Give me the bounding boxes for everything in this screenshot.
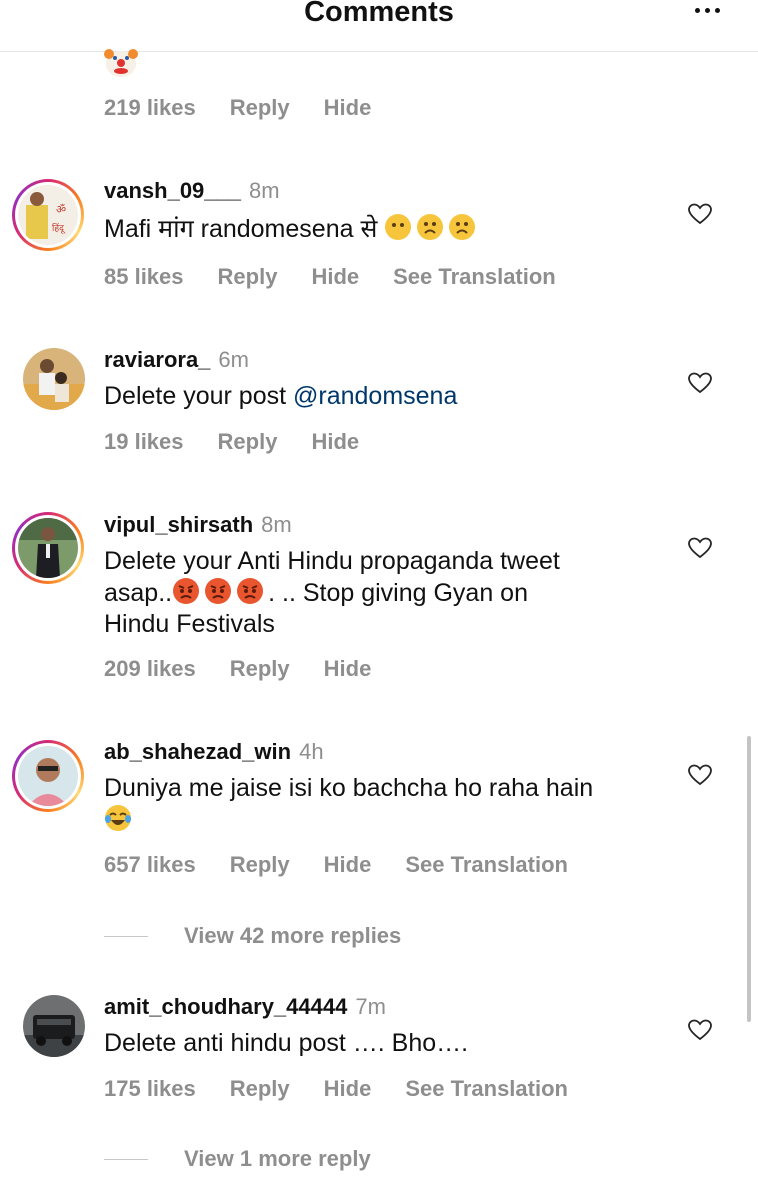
likes-count[interactable]: 19 likes [104, 429, 184, 455]
comment-username[interactable]: vipul_shirsath 8m [104, 512, 292, 538]
comment-time: 8m [261, 512, 292, 537]
frowning-face-icon [449, 214, 476, 240]
top-comment-actions: 219 likes Reply Hide [104, 95, 405, 121]
hide-button[interactable]: Hide [324, 852, 372, 878]
view-replies-button[interactable]: View 1 more reply [104, 1146, 371, 1172]
reply-button[interactable]: Reply [230, 1076, 290, 1102]
comment-text: Delete your Anti Hindu propaganda tweet … [104, 547, 560, 638]
avatar[interactable] [12, 740, 84, 812]
neutral-face-icon [385, 214, 412, 240]
reply-button[interactable]: Reply [230, 656, 290, 682]
likes-count[interactable]: 657 likes [104, 852, 196, 878]
like-heart-icon[interactable] [688, 537, 712, 559]
see-translation-button[interactable]: See Translation [405, 1076, 568, 1102]
avatar[interactable] [23, 995, 85, 1057]
page-title: Comments [304, 0, 454, 28]
comment-time: 8m [249, 178, 280, 203]
comment-username[interactable]: vansh_09___ 8m [104, 178, 280, 204]
replies-divider [104, 1158, 148, 1160]
hide-button[interactable]: Hide [311, 264, 359, 290]
comments-header: Comments [0, 0, 758, 52]
more-horizontal-icon[interactable] [695, 8, 720, 13]
hide-button[interactable]: Hide [324, 1076, 372, 1102]
replies-divider [104, 935, 148, 937]
comment-text: Delete your post @randomsena [104, 382, 458, 410]
tears-of-joy-icon [105, 805, 131, 831]
likes-count[interactable]: 209 likes [104, 656, 196, 682]
reply-button[interactable]: Reply [218, 429, 278, 455]
avatar[interactable] [23, 348, 85, 410]
like-heart-icon[interactable] [688, 372, 712, 394]
comment-username[interactable]: amit_choudhary_44444 7m [104, 994, 386, 1020]
hide-button[interactable]: Hide [324, 95, 372, 121]
comment-time: 7m [355, 994, 386, 1019]
comment-actions: 175 likes Reply Hide See Translation [104, 1076, 602, 1102]
angry-face-icon [173, 578, 200, 604]
like-heart-icon[interactable] [688, 764, 712, 786]
reply-button[interactable]: Reply [230, 95, 290, 121]
angry-face-icon [237, 578, 264, 604]
clown-face-icon [104, 49, 138, 77]
avatar[interactable] [12, 512, 84, 584]
avatar[interactable]: ॐ हिंदू [12, 179, 84, 251]
comment-text: Mafi मांग randomesena से [104, 213, 664, 245]
comment-actions: 657 likes Reply Hide See Translation [104, 852, 602, 878]
mention-link[interactable]: @randomsena [293, 382, 457, 410]
comment-actions: 209 likes Reply Hide [104, 656, 405, 682]
angry-face-icon [205, 578, 232, 604]
comment-actions: 19 likes Reply Hide [104, 429, 393, 455]
view-replies-button[interactable]: View 42 more replies [104, 923, 401, 949]
comment-actions: 85 likes Reply Hide See Translation [104, 264, 590, 290]
comment-time: 4h [299, 739, 324, 764]
reply-button[interactable]: Reply [218, 264, 278, 290]
frowning-face-icon [417, 214, 444, 240]
likes-count[interactable]: 85 likes [104, 264, 184, 290]
scrollbar[interactable] [747, 736, 751, 1022]
comment-text: Delete anti hindu post …. Bho…. [104, 1029, 469, 1057]
like-heart-icon[interactable] [688, 203, 712, 225]
comment-username[interactable]: ab_shahezad_win 4h [104, 739, 324, 765]
reply-button[interactable]: Reply [230, 852, 290, 878]
svg-text:ॐ: ॐ [56, 203, 66, 216]
like-heart-icon[interactable] [688, 1019, 712, 1041]
see-translation-button[interactable]: See Translation [393, 264, 556, 290]
comment-time: 6m [218, 347, 249, 372]
hide-button[interactable]: Hide [311, 429, 359, 455]
likes-count[interactable]: 219 likes [104, 95, 196, 121]
hide-button[interactable]: Hide [324, 656, 372, 682]
likes-count[interactable]: 175 likes [104, 1076, 196, 1102]
comment-text: Duniya me jaise isi ko bachcha ho raha h… [104, 773, 674, 836]
see-translation-button[interactable]: See Translation [405, 852, 568, 878]
comment-username[interactable]: raviarora_ 6m [104, 347, 249, 373]
